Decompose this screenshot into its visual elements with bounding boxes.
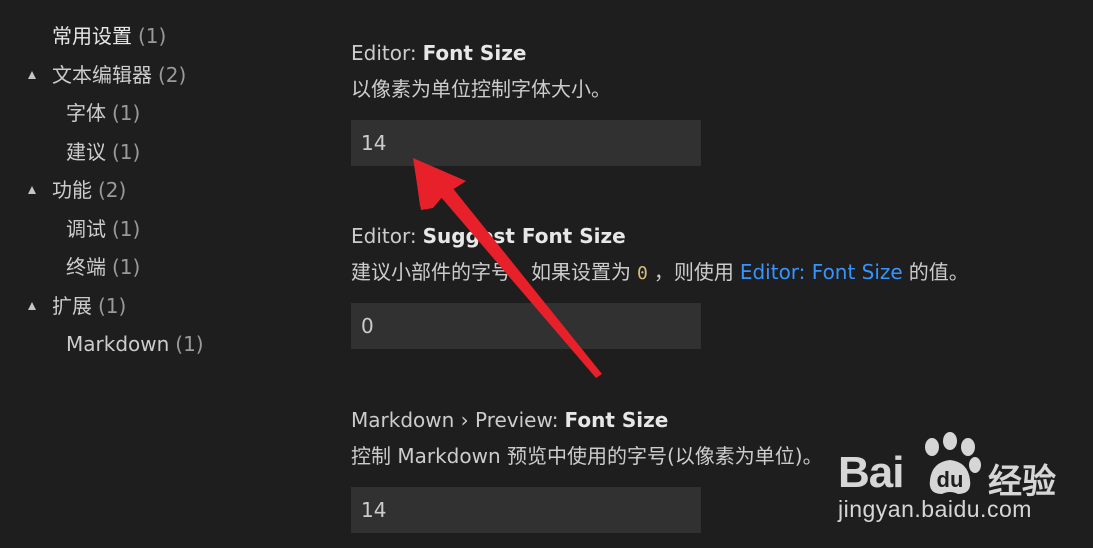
setting-title: Editor: Font Size [351, 39, 1071, 67]
toc-item-count: (1) [112, 101, 141, 125]
toc-item-label: 建议 [66, 139, 106, 164]
toc-item-label: 常用设置 [52, 24, 132, 48]
description-text: 建议小部件的字号。如果设置为 [351, 260, 631, 284]
setting-title: Editor: Suggest Font Size [351, 222, 1071, 250]
toc-item-count: (1) [112, 255, 141, 279]
expanded-triangle-icon[interactable] [28, 70, 36, 79]
toc-item-label: 字体 [66, 101, 106, 125]
toc-item-label: 调试 [66, 216, 106, 241]
setting-description: 控制 Markdown 预览中使用的字号(以像素为单位)。 [351, 444, 823, 468]
toc-item-font[interactable]: 字体 (1) [0, 94, 320, 133]
toc-item-count: (1) [175, 332, 204, 356]
toc-item-text-editor[interactable]: 文本编辑器 (2) [0, 56, 320, 95]
setting-category: Markdown › Preview: [351, 408, 559, 432]
toc-item-count: (1) [112, 139, 141, 164]
expanded-triangle-icon[interactable] [28, 301, 36, 310]
toc-item-terminal[interactable]: 终端 (1) [0, 248, 320, 287]
setting-category: Editor: [351, 224, 417, 248]
setting-title: Markdown › Preview: Font Size [351, 406, 1071, 434]
toc-item-count: (1) [138, 24, 167, 48]
setting-link[interactable]: Editor: Font Size [740, 260, 903, 284]
settings-editor: 常用设置 (1) 文本编辑器 (2) 字体 (1) 建议 (1) 功能 (2) 调试 (1)… [0, 0, 1093, 548]
description-text: 的值。 [908, 260, 969, 284]
description-text: ，则使用 [653, 260, 734, 284]
setting-key: Font Size [564, 408, 669, 432]
toc-item-label: 扩展 [52, 293, 92, 318]
toc-item-common[interactable]: 常用设置 (1) [0, 17, 320, 56]
expanded-triangle-icon[interactable] [28, 186, 36, 194]
toc-item-label: 文本编辑器 [52, 62, 152, 87]
setting-category: Editor: [351, 41, 417, 65]
inline-code: 0 [637, 263, 648, 284]
toc-item-count: (1) [112, 216, 141, 241]
toc-item-count: (2) [98, 178, 127, 202]
setting-markdown-preview-font-size: Markdown › Preview: Font Size 控制 Markdown… [351, 406, 1071, 533]
toc-item-extensions[interactable]: 扩展 (1) [0, 287, 320, 326]
font-size-input[interactable] [351, 120, 701, 166]
setting-description: 以像素为单位控制字体大小。 [351, 77, 611, 101]
setting-description: 建议小部件的字号。如果设置为 0 ，则使用 Editor: Font Size 的值。 [351, 258, 1071, 286]
setting-key: Suggest Font Size [422, 224, 626, 248]
setting-key: Font Size [422, 41, 527, 65]
toc-item-count: (1) [98, 293, 127, 318]
toc-item-count: (2) [158, 62, 187, 87]
toc-item-label: 终端 [66, 255, 106, 279]
toc-item-debug[interactable]: 调试 (1) [0, 210, 320, 249]
setting-editor-suggest-font-size: Editor: Suggest Font Size 建议小部件的字号。如果设置为 0… [351, 222, 1071, 349]
toc-item-markdown[interactable]: Markdown (1) [0, 325, 320, 364]
suggest-font-size-input[interactable] [351, 303, 701, 349]
settings-toc: 常用设置 (1) 文本编辑器 (2) 字体 (1) 建议 (1) 功能 (2) 调试 (1)… [0, 17, 320, 364]
setting-editor-font-size: Editor: Font Size 以像素为单位控制字体大小。 [351, 39, 1071, 166]
markdown-font-size-input[interactable] [351, 487, 701, 533]
toc-item-label: Markdown [66, 332, 170, 356]
toc-item-label: 功能 [52, 178, 92, 202]
toc-item-suggest[interactable]: 建议 (1) [0, 133, 320, 172]
toc-item-features[interactable]: 功能 (2) [0, 171, 320, 210]
